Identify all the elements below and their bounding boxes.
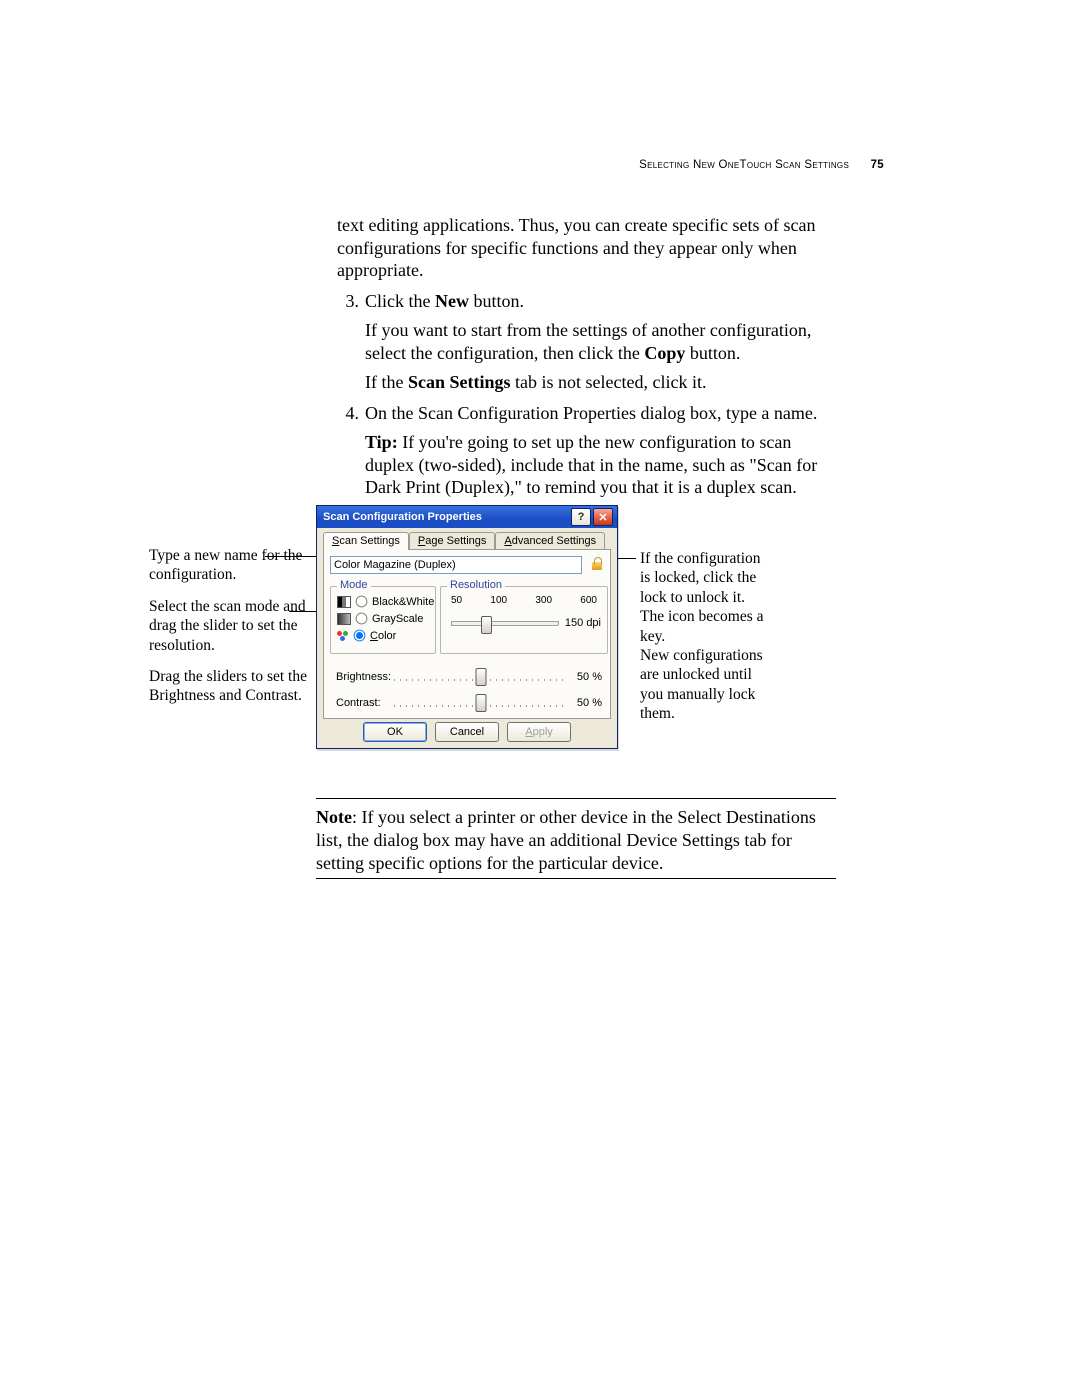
mode-grayscale-radio[interactable]	[356, 613, 368, 625]
color-icon	[337, 631, 349, 641]
mode-grayscale-label: GrayScale	[372, 613, 423, 625]
resolution-legend: Resolution	[447, 579, 505, 591]
contrast-thumb[interactable]	[476, 694, 487, 712]
runhead-title: Selecting New OneTouch Scan Settings	[639, 159, 849, 171]
resolution-slider[interactable]	[451, 621, 559, 626]
step-3-continuation-b: If the Scan Settings tab is not selected…	[365, 371, 835, 394]
brightness-slider[interactable]	[394, 670, 568, 684]
step-3-number: 3.	[337, 290, 359, 313]
note-label: Note	[316, 807, 352, 827]
tab-advanced-settings[interactable]: Advanced Settings	[495, 532, 605, 550]
mode-color-label: Color	[370, 630, 396, 642]
mode-bw-radio[interactable]	[356, 596, 368, 608]
step-3-line: Click the New button.	[365, 291, 524, 311]
running-head: Selecting New OneTouch Scan Settings 75	[639, 159, 884, 171]
intro-paragraph: text editing applications. Thus, you can…	[337, 214, 835, 282]
note-text: : If you select a printer or other devic…	[316, 807, 816, 873]
mode-color-radio[interactable]	[354, 630, 366, 642]
contrast-slider[interactable]	[394, 696, 568, 710]
step-4: 4. On the Scan Configuration Properties …	[337, 402, 835, 499]
leader-line	[265, 556, 320, 557]
tab-scan-settings[interactable]: Scan Settings	[323, 532, 409, 550]
cancel-button[interactable]: Cancel	[435, 722, 499, 742]
step-3: 3. Click the New button. If you want to …	[337, 290, 835, 394]
contrast-label: Contrast:	[336, 697, 394, 709]
step-3-continuation-a: If you want to start from the settings o…	[365, 319, 835, 364]
lock-icon[interactable]	[590, 556, 604, 572]
dialog-button-row: OK Cancel Apply	[317, 722, 617, 742]
body-text: text editing applications. Thus, you can…	[337, 214, 835, 505]
resolution-value: 150 dpi	[565, 617, 601, 629]
close-icon: ✕	[598, 511, 607, 524]
bw-icon	[337, 596, 351, 608]
page-number: 75	[871, 159, 884, 171]
resolution-group: Resolution 50 100 300 600 150 dpi	[440, 586, 608, 654]
note-rule-top	[316, 798, 836, 799]
ok-button[interactable]: OK	[363, 722, 427, 742]
mode-bw-label: Black&White	[372, 596, 434, 608]
brightness-thumb[interactable]	[476, 668, 487, 686]
tab-page-settings[interactable]: Page Settings	[409, 532, 496, 550]
mode-group: Mode Black&White GrayScale Color	[330, 586, 436, 654]
brightness-value: 50 %	[568, 671, 602, 683]
help-icon: ?	[578, 511, 585, 523]
scan-configuration-properties-dialog: Scan Configuration Properties ? ✕ Scan S…	[316, 505, 618, 749]
mode-legend: Mode	[337, 579, 371, 591]
note-paragraph: Note: If you select a printer or other d…	[316, 806, 836, 875]
callout-lock: If the configuration is locked, click th…	[640, 549, 770, 723]
contrast-value: 50 %	[568, 697, 602, 709]
close-button[interactable]: ✕	[593, 508, 613, 526]
dialog-titlebar[interactable]: Scan Configuration Properties ? ✕	[317, 506, 617, 528]
brightness-label: Brightness:	[336, 671, 394, 683]
contrast-row: Contrast: 50 %	[336, 696, 602, 710]
step-4-line: On the Scan Configuration Properties dia…	[365, 403, 817, 423]
step-4-number: 4.	[337, 402, 359, 425]
callouts-left: Type a new name for the configuration. S…	[149, 546, 309, 718]
grayscale-icon	[337, 613, 351, 625]
resolution-thumb[interactable]	[481, 616, 492, 634]
tab-strip: Scan Settings Page Settings Advanced Set…	[323, 531, 617, 549]
resolution-ticks: 50 100 300 600	[451, 595, 597, 606]
configuration-name-input[interactable]	[330, 556, 582, 574]
callout-brightness-contrast: Drag the sliders to set the Brightness a…	[149, 667, 309, 706]
dialog-title: Scan Configuration Properties	[323, 511, 482, 523]
tab-pane-scan-settings: Mode Black&White GrayScale Color	[323, 549, 611, 719]
note-rule-bottom	[316, 878, 836, 879]
apply-button[interactable]: Apply	[507, 722, 571, 742]
step-4-tip: Tip: If you're going to set up the new c…	[365, 431, 835, 499]
brightness-row: Brightness: 50 %	[336, 670, 602, 684]
help-button[interactable]: ?	[571, 508, 591, 526]
callout-mode: Select the scan mode and drag the slider…	[149, 597, 309, 655]
callouts-right: If the configuration is locked, click th…	[640, 549, 770, 735]
callout-name: Type a new name for the configuration.	[149, 546, 309, 585]
